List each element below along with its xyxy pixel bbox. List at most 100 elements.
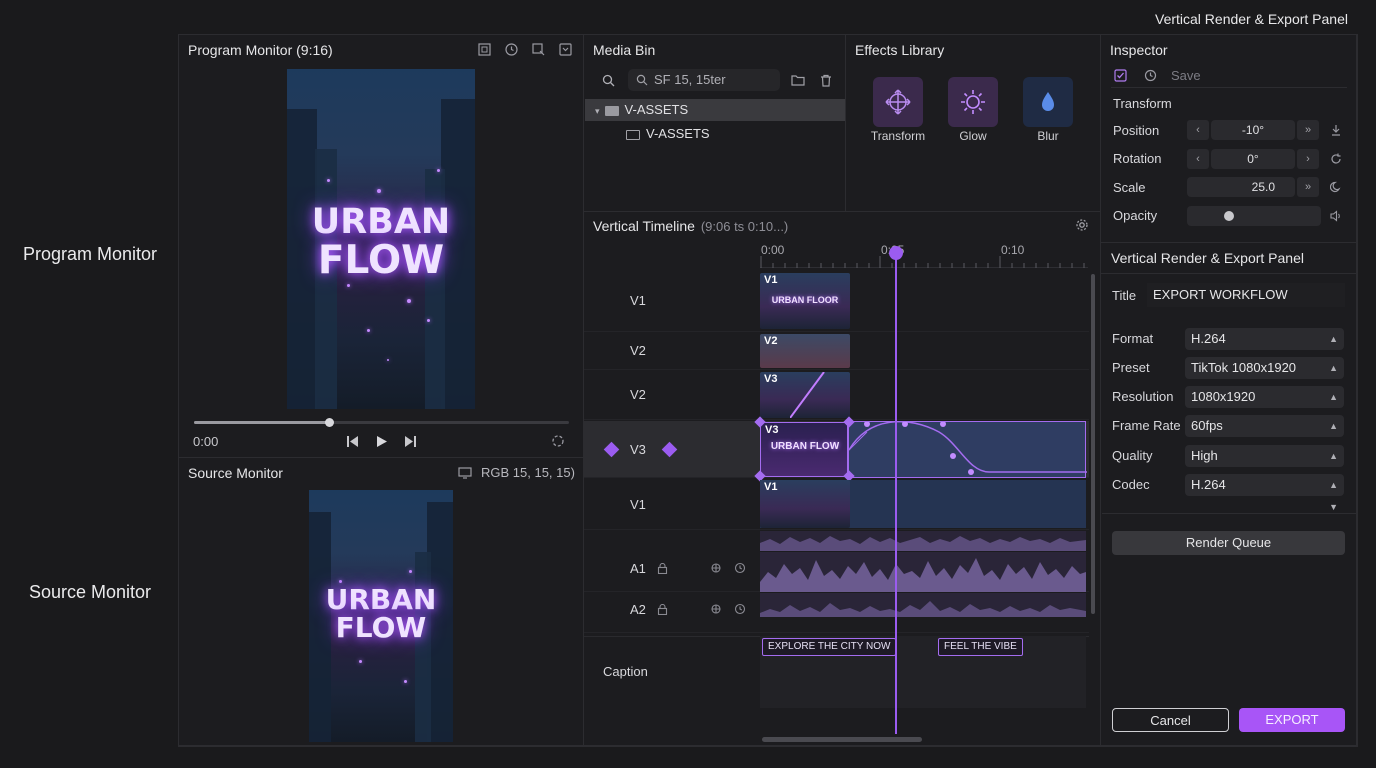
- program-scrubber[interactable]: [194, 418, 569, 427]
- chevron-updown-icon: ▲▼: [1329, 480, 1338, 512]
- new-folder-icon[interactable]: [789, 71, 807, 89]
- position-field[interactable]: -10°: [1211, 120, 1295, 140]
- tree-item-label: V-ASSETS: [646, 126, 710, 141]
- scale-field[interactable]: 25.0: [1187, 177, 1295, 197]
- lock-icon[interactable]: [653, 600, 671, 618]
- timeline-clip-v1[interactable]: V1 URBAN FLOOR: [760, 273, 850, 329]
- timeline-ruler[interactable]: 0:00 0:05 0:10: [760, 242, 1088, 268]
- history-icon[interactable]: [1141, 66, 1159, 84]
- timeline-clip-v3-top[interactable]: V3: [760, 372, 850, 418]
- tree-item-v-assets[interactable]: ▾ V-ASSETS: [585, 99, 845, 121]
- keyframe-curve-area[interactable]: [848, 421, 1087, 478]
- media-bin-panel: Media Bin SF 15, 15ter ▾ V-ASSETS V-ASSET…: [584, 35, 846, 212]
- checkbox-icon[interactable]: [1111, 66, 1129, 84]
- playhead-handle[interactable]: [889, 246, 903, 260]
- scale-increment[interactable]: »: [1297, 177, 1319, 197]
- media-search-value: SF 15, 15ter: [654, 72, 726, 87]
- render-queue-button[interactable]: Render Queue: [1112, 531, 1345, 555]
- export-title-input[interactable]: EXPORT WORKFLOW: [1147, 283, 1345, 307]
- format-select[interactable]: H.264▲▼: [1185, 328, 1344, 366]
- rotation-decrement[interactable]: ‹: [1187, 149, 1209, 169]
- step-back-icon[interactable]: [343, 432, 361, 450]
- clip-tag: V1: [764, 481, 778, 493]
- tree-item-label: V-ASSETS: [624, 102, 689, 117]
- position-label: Position: [1113, 123, 1160, 138]
- loop-settings-icon[interactable]: [549, 432, 567, 450]
- chevron-down-icon: ▾: [595, 106, 600, 116]
- preset-select[interactable]: TikTok 1080x1920▲▼: [1185, 357, 1344, 395]
- position-increment[interactable]: »: [1297, 120, 1319, 140]
- resolution-select[interactable]: 1080x1920▲▼: [1185, 386, 1344, 424]
- blur-icon: [1042, 92, 1054, 111]
- media-bin-title: Media Bin: [593, 42, 656, 58]
- clock-icon[interactable]: [502, 40, 520, 58]
- safe-margins-icon[interactable]: [475, 40, 493, 58]
- tree-item-v-assets-child[interactable]: V-ASSETS: [626, 123, 710, 145]
- timeline-clip-v2[interactable]: V2: [760, 334, 850, 368]
- source-monitor-panel: Source Monitor RGB 15, 15, 15) URBAN FLO…: [179, 458, 584, 746]
- effect-glow[interactable]: [948, 77, 998, 127]
- app-title: Vertical Render & Export Panel: [1155, 11, 1348, 27]
- rotation-field[interactable]: 0°: [1211, 149, 1295, 169]
- audio-waveform-a1[interactable]: [760, 552, 1086, 592]
- framerate-select[interactable]: 60fps▲▼: [1185, 415, 1344, 453]
- fx-icon[interactable]: [707, 600, 725, 618]
- scale-label: Scale: [1113, 180, 1146, 195]
- media-file-icon: [626, 129, 640, 140]
- quality-select[interactable]: High▲▼: [1185, 445, 1344, 483]
- resolution-value: 1080x1920: [1191, 389, 1256, 404]
- audio-waveform-a2[interactable]: [760, 593, 1086, 617]
- timeline-clip-v3-selected[interactable]: V3 URBAN FLOW: [760, 422, 848, 477]
- inspector-save-button[interactable]: Save: [1171, 68, 1201, 83]
- track-label-a1: A1: [630, 561, 646, 576]
- play-icon[interactable]: [372, 432, 390, 450]
- keyframe-toggle-icon[interactable]: [1327, 121, 1345, 139]
- caption-chip-1[interactable]: EXPLORE THE CITY NOW: [762, 638, 897, 656]
- source-title-line1: URBAN: [325, 583, 437, 616]
- clip-tag: V3: [764, 373, 778, 385]
- reset-icon[interactable]: [1327, 150, 1345, 168]
- position-decrement[interactable]: ‹: [1187, 120, 1209, 140]
- media-search-input[interactable]: SF 15, 15ter: [628, 69, 780, 91]
- monitor-settings-icon[interactable]: [556, 40, 574, 58]
- caption-chip-2[interactable]: FEEL THE VIBE: [938, 638, 1023, 656]
- timeline-clip-v1b[interactable]: V1: [760, 480, 850, 528]
- timeline-horizontal-scrollbar[interactable]: [762, 737, 922, 742]
- opacity-slider[interactable]: [1187, 206, 1321, 226]
- search-icon[interactable]: [599, 71, 617, 89]
- source-video-frame[interactable]: URBAN FLOW: [309, 490, 453, 742]
- rotation-increment[interactable]: ›: [1297, 149, 1319, 169]
- timeline-range: (9:06 ts 0:10...): [700, 219, 789, 234]
- speaker-icon[interactable]: [1327, 207, 1345, 225]
- timeline-vertical-scrollbar[interactable]: [1091, 274, 1095, 614]
- export-frame-icon[interactable]: [529, 40, 547, 58]
- program-title-line2: FLOW: [317, 238, 445, 283]
- step-forward-icon[interactable]: [401, 432, 419, 450]
- lock-icon[interactable]: [653, 559, 671, 577]
- export-button[interactable]: EXPORT: [1239, 708, 1345, 732]
- trash-icon[interactable]: [817, 71, 835, 89]
- fx-icon[interactable]: [707, 559, 725, 577]
- timeline-settings-icon[interactable]: [1073, 216, 1091, 234]
- caption-track-label: Caption: [603, 664, 648, 679]
- effect-blur[interactable]: [1023, 77, 1073, 127]
- history-icon[interactable]: [731, 559, 749, 577]
- history-icon[interactable]: [731, 600, 749, 618]
- audio-waveform-top[interactable]: [760, 531, 1086, 551]
- moon-icon[interactable]: [1327, 178, 1345, 196]
- ruler-ticks: [760, 256, 1085, 268]
- source-title-line2: FLOW: [335, 611, 427, 644]
- effect-transform[interactable]: [873, 77, 923, 127]
- opacity-slider-handle[interactable]: [1224, 211, 1235, 221]
- codec-select[interactable]: H.264 ▲ ▼: [1185, 474, 1344, 512]
- effect-blur-label: Blur: [1037, 129, 1059, 143]
- timeline-title: Vertical Timeline: [593, 218, 695, 234]
- program-scrubber-handle[interactable]: [325, 418, 334, 427]
- cancel-button[interactable]: Cancel: [1112, 708, 1229, 732]
- inspector-title: Inspector: [1110, 42, 1168, 58]
- program-video-frame[interactable]: URBAN FLOW: [287, 69, 475, 409]
- format-value: H.264: [1191, 331, 1226, 346]
- track-label-v2b: V2: [630, 387, 646, 402]
- program-scrubber-fill: [194, 421, 329, 424]
- track-label-v3: V3: [630, 442, 646, 457]
